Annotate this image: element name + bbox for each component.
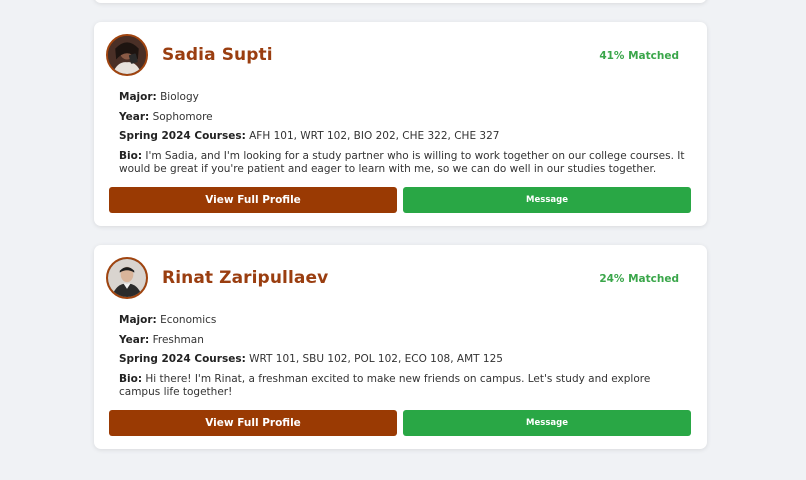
major-value: Economics [160, 314, 217, 326]
bio-row: Bio: Hi there! I'm Rinat, a freshman exc… [119, 373, 685, 399]
profile-card: Rinat Zaripullaev 24% Matched Major: Eco… [94, 245, 707, 449]
message-button[interactable]: Message [403, 410, 691, 436]
profile-avatar[interactable] [106, 34, 148, 76]
year-row: Year: Sophomore [119, 111, 685, 124]
message-button[interactable]: Message [403, 187, 691, 213]
avatar-photo-icon [108, 36, 146, 74]
match-percentage: 41% Matched [599, 50, 679, 62]
bio-label: Bio: [119, 150, 143, 162]
year-label: Year: [119, 334, 150, 346]
view-full-profile-button[interactable]: View Full Profile [109, 410, 397, 436]
match-percentage: 24% Matched [599, 273, 679, 285]
profile-name: Sadia Supti [162, 45, 273, 65]
view-full-profile-button[interactable]: View Full Profile [109, 187, 397, 213]
profile-card: Sadia Supti 41% Matched Major: Biology Y… [94, 22, 707, 226]
major-row: Major: Biology [119, 91, 685, 104]
bio-value: Hi there! I'm Rinat, a freshman excited … [119, 373, 651, 398]
major-label: Major: [119, 91, 157, 103]
previous-profile-card [94, 0, 707, 3]
year-value: Sophomore [152, 111, 213, 123]
courses-value: AFH 101, WRT 102, BIO 202, CHE 322, CHE … [249, 130, 500, 142]
courses-label: Spring 2024 Courses: [119, 353, 246, 365]
bio-label: Bio: [119, 373, 143, 385]
courses-label: Spring 2024 Courses: [119, 130, 246, 142]
profile-avatar[interactable] [106, 257, 148, 299]
major-value: Biology [160, 91, 199, 103]
major-label: Major: [119, 314, 157, 326]
year-row: Year: Freshman [119, 334, 685, 347]
major-row: Major: Economics [119, 314, 685, 327]
year-value: Freshman [152, 334, 204, 346]
courses-row: Spring 2024 Courses: AFH 101, WRT 102, B… [119, 130, 685, 143]
bio-value: I'm Sadia, and I'm looking for a study p… [119, 150, 685, 175]
bio-row: Bio: I'm Sadia, and I'm looking for a st… [119, 150, 685, 176]
avatar-photo-icon [108, 259, 146, 297]
courses-row: Spring 2024 Courses: WRT 101, SBU 102, P… [119, 353, 685, 366]
profile-name: Rinat Zaripullaev [162, 268, 329, 288]
year-label: Year: [119, 111, 150, 123]
courses-value: WRT 101, SBU 102, POL 102, ECO 108, AMT … [249, 353, 503, 365]
